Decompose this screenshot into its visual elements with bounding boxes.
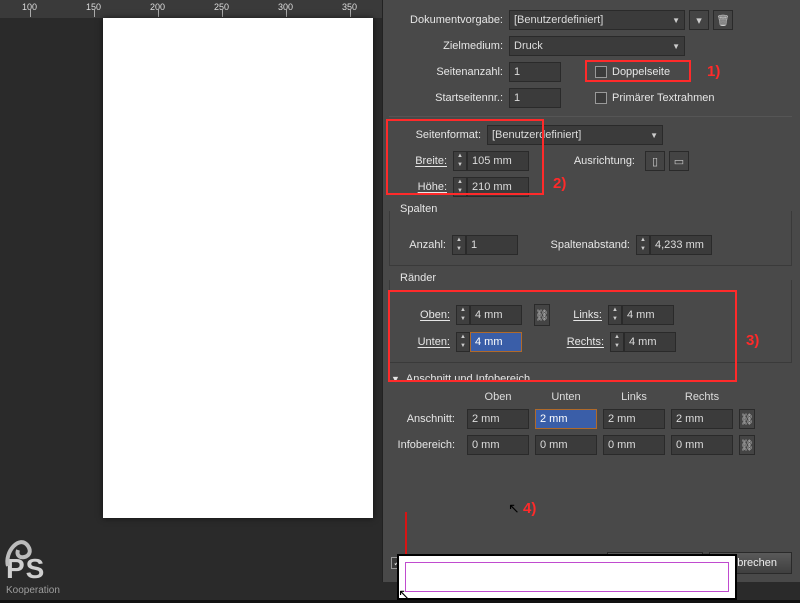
- h-bottom: Unten: [535, 391, 597, 403]
- divider: [389, 116, 792, 117]
- label-orientation: Ausrichtung:: [529, 155, 635, 167]
- bleed-top[interactable]: 2 mm: [467, 409, 529, 429]
- bleed-bottom[interactable]: 2 mm: [535, 409, 597, 429]
- bleed-grid: Oben Unten Links Rechts Anschnitt: 2 mm …: [389, 391, 792, 455]
- gutter-input[interactable]: ▲▼ 4,233 mm: [636, 235, 712, 255]
- annotation-1: 1): [707, 63, 720, 80]
- intent-combo[interactable]: Druck▼: [509, 36, 685, 56]
- bleed-left[interactable]: 2 mm: [603, 409, 665, 429]
- label-gutter: Spaltenabstand:: [518, 239, 630, 251]
- link-slug-icon[interactable]: ⛓: [739, 435, 755, 455]
- h-right: Rechts: [671, 391, 733, 403]
- bleed-guide: [405, 562, 729, 592]
- label-slug: Infobereich:: [389, 439, 455, 451]
- document-preview-bottom: [397, 554, 737, 600]
- orientation-landscape-icon[interactable]: ▭: [669, 151, 689, 171]
- annotation-2: 2): [553, 175, 566, 192]
- delete-preset-icon[interactable]: 🗑: [713, 10, 733, 30]
- link-bleed-icon[interactable]: ⛓: [739, 409, 755, 429]
- gutter-value[interactable]: 4,233 mm: [650, 235, 712, 255]
- slug-top[interactable]: 0 mm: [467, 435, 529, 455]
- intent-value: Druck: [514, 40, 543, 52]
- orientation-portrait-icon[interactable]: ▯: [645, 151, 665, 171]
- label-intent: Zielmedium:: [389, 40, 503, 52]
- label-bleed: Anschnitt:: [389, 413, 455, 425]
- brand-logo: PS Kooperation: [6, 553, 60, 596]
- slug-bottom[interactable]: 0 mm: [535, 435, 597, 455]
- slug-right[interactable]: 0 mm: [671, 435, 733, 455]
- startpage-input[interactable]: 1: [509, 88, 561, 108]
- label-startpage: Startseitennr.:: [389, 92, 503, 104]
- col-count-value[interactable]: 1: [466, 235, 518, 255]
- preset-value: [Benutzerdefiniert]: [514, 14, 603, 26]
- label-preset: Dokumentvorgabe:: [389, 14, 503, 26]
- annotation-box-2: [386, 119, 544, 195]
- logo-subtitle: Kooperation: [6, 585, 60, 596]
- h-top: Oben: [467, 391, 529, 403]
- annotation-box-3: [388, 290, 737, 382]
- annotation-4: 4): [523, 500, 536, 517]
- columns-group: Spalten Anzahl: ▲▼ 1 Spaltenabstand: ▲▼ …: [389, 211, 792, 266]
- h-left: Links: [603, 391, 665, 403]
- annotation-box-1: [585, 60, 691, 82]
- label-pages: Seitenanzahl:: [389, 66, 503, 78]
- pages-input[interactable]: 1: [509, 62, 561, 82]
- document-page: [103, 18, 373, 518]
- primary-text-frame-label: Primärer Textrahmen: [612, 92, 715, 104]
- label-col-count: Anzahl:: [398, 239, 446, 251]
- primary-text-frame-checkbox[interactable]: [595, 92, 607, 104]
- columns-legend: Spalten: [396, 203, 441, 215]
- bleed-right[interactable]: 2 mm: [671, 409, 733, 429]
- annotation-3: 3): [746, 332, 759, 349]
- col-count-input[interactable]: ▲▼ 1: [452, 235, 518, 255]
- cursor-icon: ↖: [508, 500, 520, 517]
- slug-left[interactable]: 0 mm: [603, 435, 665, 455]
- save-preset-icon[interactable]: ▾: [689, 10, 709, 30]
- preset-combo[interactable]: [Benutzerdefiniert]▼: [509, 10, 685, 30]
- margins-legend: Ränder: [396, 272, 440, 284]
- cursor-icon: ↖: [398, 586, 410, 603]
